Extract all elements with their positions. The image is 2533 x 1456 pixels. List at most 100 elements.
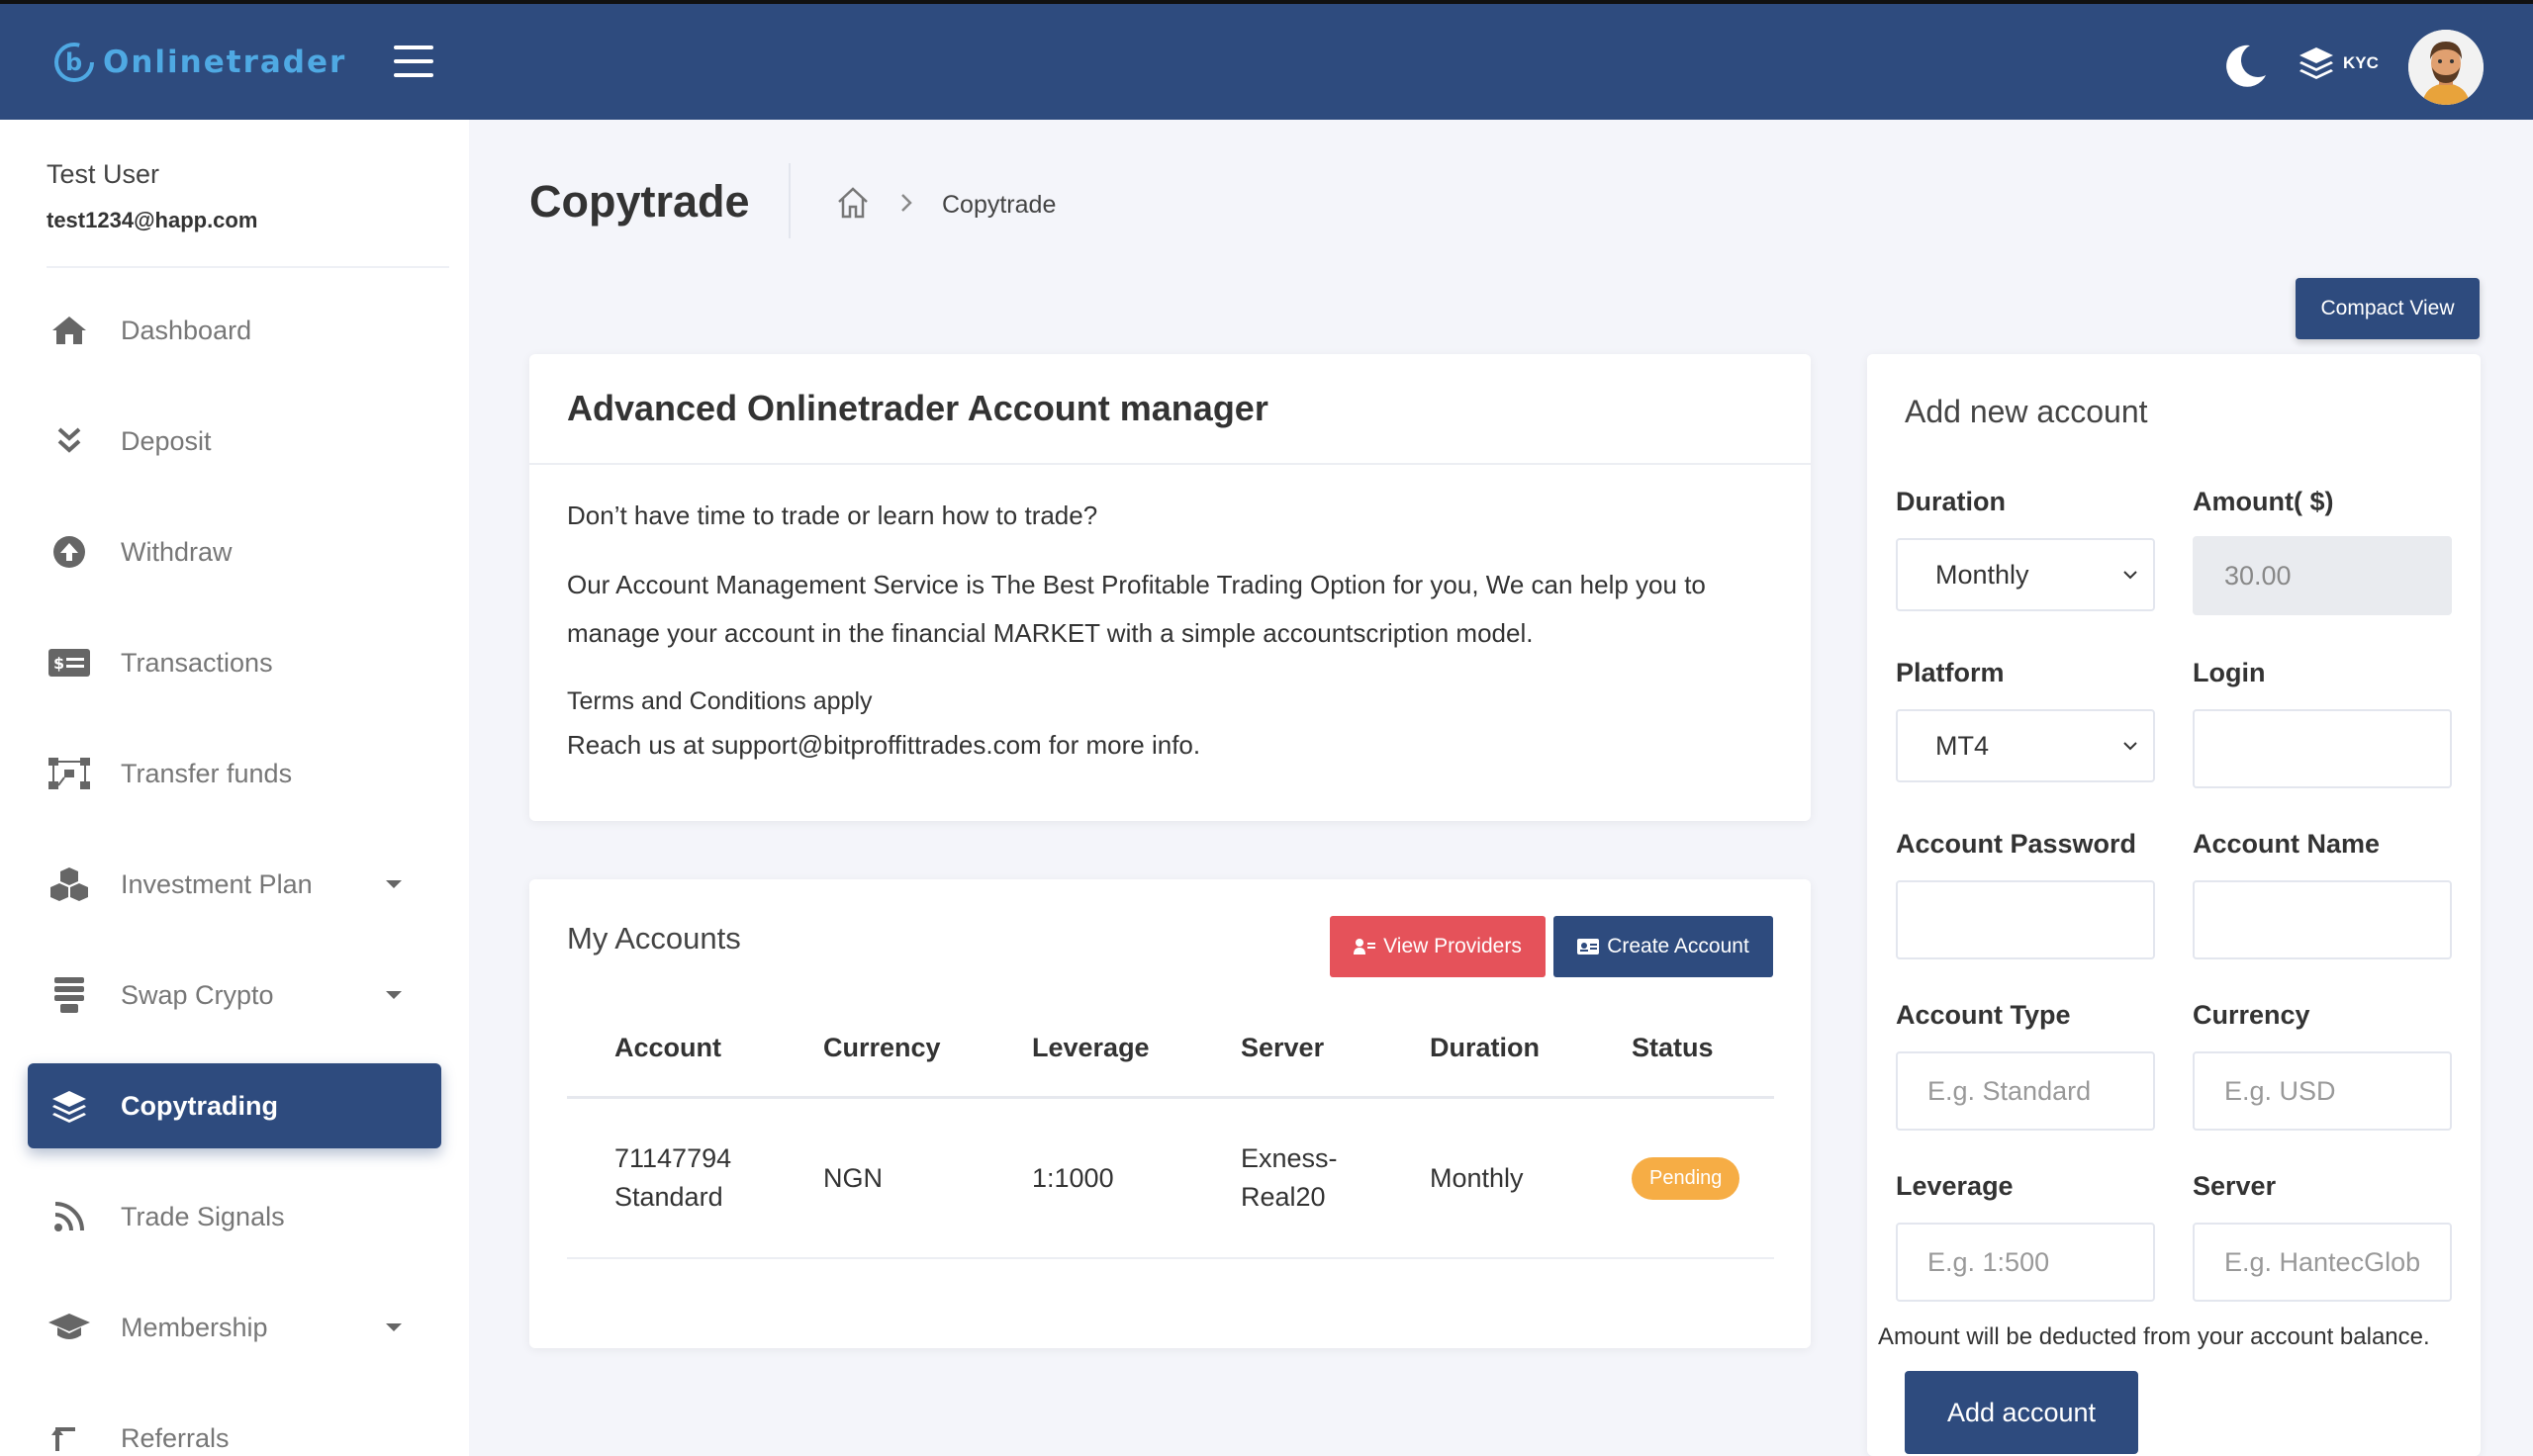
accounts-table: Account Currency Leverage Server Duratio… — [567, 1000, 1774, 1259]
view-providers-button[interactable]: View Providers — [1330, 916, 1546, 977]
server-line1: Exness- — [1241, 1143, 1338, 1173]
layers-icon — [2299, 47, 2333, 79]
cell-server: Exness- Real20 — [1241, 1139, 1338, 1217]
table-row: 71147794 Standard NGN 1:1000 Exness- Rea… — [567, 1099, 1774, 1259]
menu-toggle-icon[interactable] — [394, 46, 433, 77]
my-accounts-card: My Accounts View Providers Create Accoun… — [529, 879, 1811, 1348]
platform-label: Platform — [1896, 658, 2005, 687]
account-password-label: Account Password — [1896, 829, 2137, 859]
avatar-icon — [2408, 30, 2484, 105]
cubes-icon — [47, 863, 91, 906]
table-header: Account Currency Leverage Server Duratio… — [567, 1000, 1774, 1099]
sidebar-item-label: Transfer funds — [121, 758, 293, 788]
create-account-button[interactable]: Create Account — [1553, 916, 1773, 977]
sidebar-item-label: Copytrading — [121, 1090, 278, 1121]
platform-select[interactable]: MT4 — [1896, 709, 2155, 782]
caret-down-icon — [386, 880, 402, 888]
card-title: Advanced Onlinetrader Account manager — [567, 388, 1268, 428]
manager-question: Don’t have time to trade or learn how to… — [567, 500, 1098, 530]
svg-text:b: b — [65, 48, 82, 76]
caret-down-icon — [386, 991, 402, 999]
stack-icon — [47, 973, 91, 1017]
network-icon — [47, 752, 91, 795]
sidebar-item-deposit[interactable]: Deposit — [28, 399, 441, 484]
sidebar-item-transactions[interactable]: $ Transactions — [28, 620, 441, 705]
account-manager-card: Advanced Onlinetrader Account manager Do… — [529, 354, 1811, 821]
retweet-icon — [47, 1416, 91, 1456]
chevron-down-icon — [2123, 571, 2137, 580]
card-body: Don’t have time to trade or learn how to… — [529, 465, 1811, 796]
sidebar-item-label: Membership — [121, 1312, 268, 1342]
id-card-icon — [1577, 939, 1600, 955]
kyc-label: KYC — [2343, 53, 2379, 72]
sidebar-item-label: Transactions — [121, 647, 273, 678]
column-header: Currency — [823, 1033, 941, 1062]
column-header: Status — [1632, 1033, 1714, 1062]
sidebar-item-transfer-funds[interactable]: Transfer funds — [28, 731, 441, 816]
sidebar-nav: Dashboard Deposit Withdraw $ Transaction… — [28, 288, 441, 1456]
sidebar-item-referrals[interactable]: Referrals — [28, 1396, 441, 1456]
brand-logo-link[interactable]: b Onlinetrader — [51, 40, 346, 85]
cell-account: 71147794 Standard — [614, 1139, 731, 1217]
card-header: Advanced Onlinetrader Account manager — [529, 354, 1811, 465]
sidebar-item-swap-crypto[interactable]: Swap Crypto — [28, 953, 441, 1038]
sidebar-item-label: Trade Signals — [121, 1201, 285, 1231]
compact-view-button[interactable]: Compact View — [2296, 278, 2480, 339]
graduation-cap-icon — [47, 1306, 91, 1349]
arrow-up-circle-icon — [47, 530, 91, 574]
leverage-input[interactable] — [1896, 1223, 2155, 1302]
page-title: Copytrade — [529, 176, 750, 227]
server-label: Server — [2193, 1171, 2277, 1201]
sidebar-item-investment-plan[interactable]: Investment Plan — [28, 842, 441, 927]
sidebar-item-label: Dashboard — [121, 315, 252, 345]
sidebar-item-label: Swap Crypto — [121, 979, 274, 1010]
manager-paragraph: Our Account Management Service is The Be… — [567, 570, 1706, 648]
account-type-input[interactable] — [1896, 1051, 2155, 1131]
currency-label: Currency — [2193, 1000, 2310, 1030]
money-bill-icon: $ — [47, 641, 91, 684]
currency-input[interactable] — [2193, 1051, 2452, 1131]
chevron-right-icon — [901, 194, 912, 212]
deduction-note: Amount will be deducted from your accoun… — [1878, 1323, 2430, 1350]
login-input[interactable] — [2193, 709, 2452, 788]
double-chevron-down-icon — [47, 419, 91, 463]
server-line2: Real20 — [1241, 1182, 1326, 1212]
column-header: Account — [614, 1033, 721, 1062]
account-number: 71147794 — [614, 1143, 732, 1173]
account-type: Standard — [614, 1182, 723, 1212]
login-label: Login — [2193, 658, 2266, 687]
user-email: test1234@happ.com — [47, 208, 258, 232]
brand-name: Onlinetrader — [103, 45, 347, 80]
kyc-link[interactable]: KYC — [2298, 46, 2379, 81]
sidebar-item-copytrading[interactable]: Copytrading — [28, 1063, 441, 1148]
user-avatar[interactable] — [2408, 30, 2484, 105]
sidebar-item-label: Withdraw — [121, 536, 233, 567]
svg-text:$: $ — [53, 654, 64, 673]
duration-select[interactable]: Monthly — [1896, 538, 2155, 611]
server-input[interactable] — [2193, 1223, 2452, 1302]
account-name-label: Account Name — [2193, 829, 2381, 859]
column-header: Duration — [1430, 1033, 1540, 1062]
platform-value: MT4 — [1935, 730, 1989, 761]
form-title: Add new account — [1905, 394, 2148, 429]
sidebar-item-trade-signals[interactable]: Trade Signals — [28, 1174, 441, 1259]
duration-label: Duration — [1896, 487, 2006, 516]
column-header: Server — [1241, 1033, 1325, 1062]
sidebar-item-withdraw[interactable]: Withdraw — [28, 509, 441, 594]
caret-down-icon — [386, 1323, 402, 1331]
sidebar-item-membership[interactable]: Membership — [28, 1285, 441, 1370]
top-navbar: b Onlinetrader KYC — [0, 0, 2533, 120]
cell-status: Pending — [1632, 1156, 1740, 1200]
moon-icon[interactable] — [2220, 40, 2272, 91]
account-name-input[interactable] — [2193, 880, 2452, 959]
home-icon — [47, 309, 91, 352]
terms-text: Terms and Conditions apply — [567, 687, 873, 715]
chevron-down-icon — [2123, 742, 2137, 751]
add-account-button[interactable]: Add account — [1905, 1371, 2138, 1454]
breadcrumb-current: Copytrade — [942, 191, 1057, 219]
sidebar-item-dashboard[interactable]: Dashboard — [28, 288, 441, 373]
breadcrumb-home-icon[interactable] — [835, 185, 871, 221]
duration-value: Monthly — [1935, 559, 2029, 590]
account-password-input[interactable] — [1896, 880, 2155, 959]
amount-input[interactable] — [2193, 536, 2452, 615]
